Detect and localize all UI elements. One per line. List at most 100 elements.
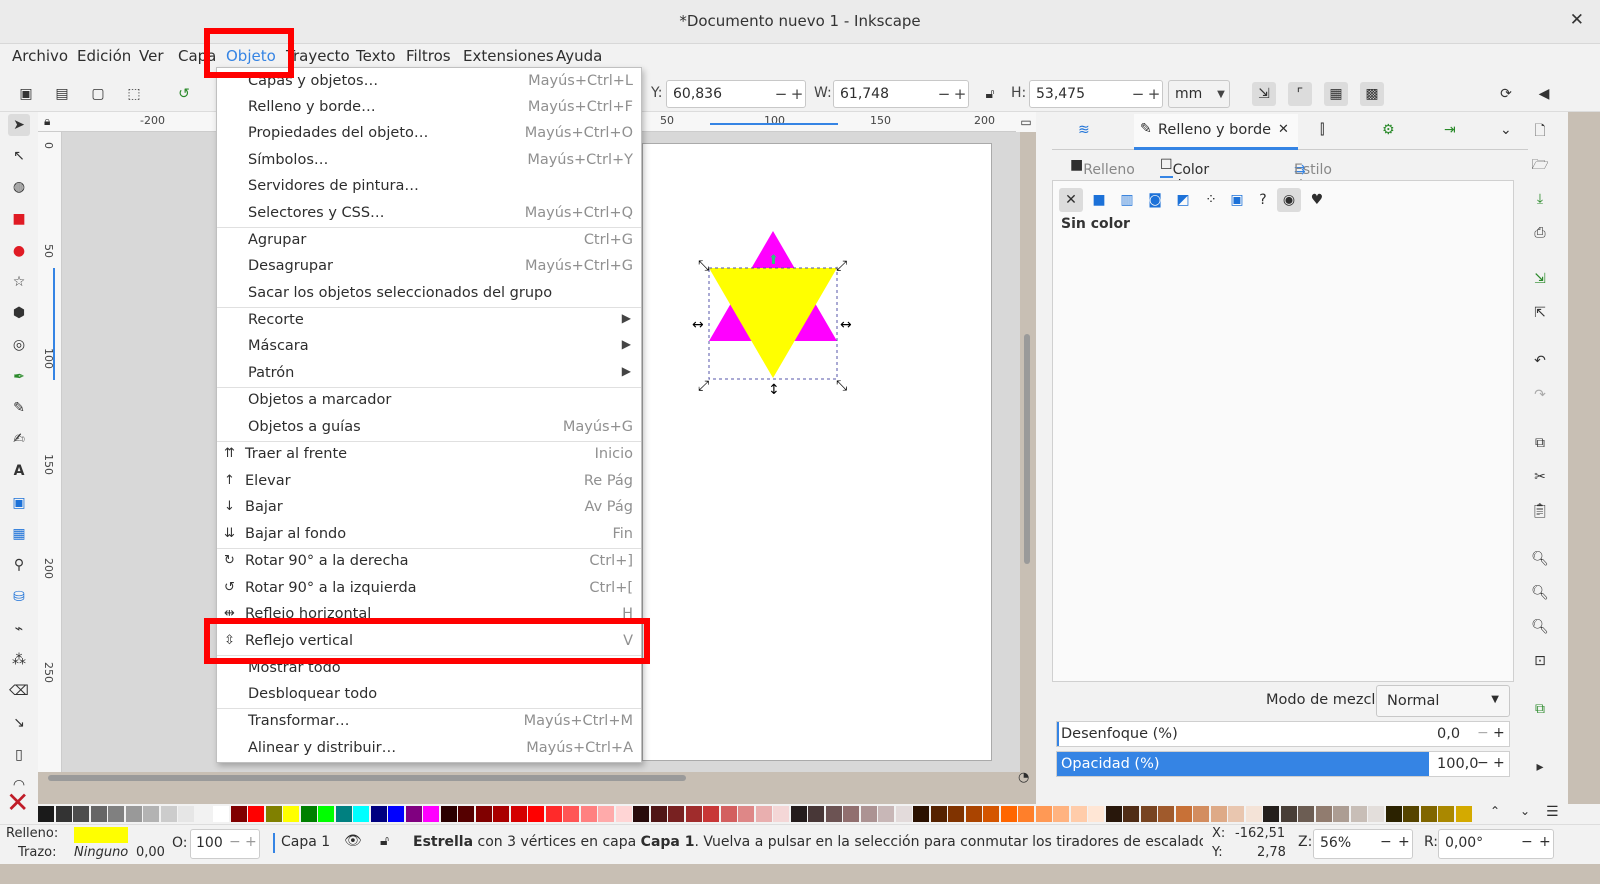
unit-select[interactable]: mm ▼ — [1168, 80, 1230, 108]
new-document-icon[interactable]: 🗋︎ — [1529, 120, 1551, 142]
color-swatch[interactable] — [843, 806, 859, 822]
color-swatch[interactable] — [790, 806, 807, 822]
minus-icon[interactable]: − — [1130, 85, 1146, 103]
color-swatch[interactable] — [318, 806, 334, 822]
menu-item-bajar-al-fondo[interactable]: ⇊ Bajar al fondo Fin — [217, 522, 641, 548]
minus-icon[interactable]: − — [1477, 755, 1489, 771]
chevron-down-icon[interactable]: ⌄ — [1500, 122, 1512, 138]
color-swatch[interactable] — [458, 806, 474, 822]
menu-item-rotar-90-a-la-izquierda[interactable]: ↺ Rotar 90° a la izquierda Ctrl+[ — [217, 576, 641, 602]
mesh-tool-icon[interactable]: ▦ — [8, 523, 30, 545]
shape-builder-icon[interactable]: ◍ — [8, 176, 30, 198]
color-swatch[interactable] — [1088, 806, 1104, 822]
menu-item-máscara[interactable]: Máscara ▶ — [217, 334, 641, 360]
color-swatch[interactable] — [878, 806, 894, 822]
scale-handle-se-icon[interactable]: ⤡ — [836, 378, 847, 394]
y-spinbox[interactable]: 60,836 − + — [666, 80, 806, 108]
color-swatch[interactable] — [213, 806, 229, 822]
paint-bucket-icon[interactable]: ⛁ — [8, 586, 30, 608]
cut-icon[interactable]: ✂ — [1529, 466, 1551, 488]
scale-handle-w-icon[interactable]: ↔ — [692, 317, 704, 333]
color-swatch[interactable] — [1018, 806, 1034, 822]
no-paint-icon[interactable]: ✕ — [1059, 188, 1083, 212]
color-swatch[interactable] — [930, 806, 947, 822]
color-swatch[interactable] — [755, 806, 772, 822]
menu-item-desagrupar[interactable]: Desagrupar Mayús+Ctrl+G — [217, 254, 641, 280]
color-swatch[interactable] — [720, 806, 737, 822]
connector-tool-icon[interactable]: ↘ — [8, 712, 30, 734]
plus-icon[interactable]: + — [1146, 85, 1162, 103]
color-swatch[interactable] — [1245, 806, 1262, 822]
plus-icon[interactable]: + — [1539, 834, 1551, 850]
lock-icon[interactable]: 🔓︎ — [380, 833, 389, 849]
color-management-icon[interactable]: ◔ — [1018, 770, 1029, 785]
paste-icon[interactable]: 📋︎ — [1529, 500, 1551, 522]
menu-item-agrupar[interactable]: Agrupar Ctrl+G — [217, 228, 641, 254]
color-swatch[interactable] — [283, 806, 299, 822]
color-swatch[interactable] — [528, 806, 544, 822]
menu-item-patrón[interactable]: Patrón ▶ — [217, 361, 641, 387]
menu-item-sacar-los-objetos-seleccionados-del-grupo[interactable]: Sacar los objetos seleccionados del grup… — [217, 281, 641, 307]
color-swatch[interactable] — [73, 806, 89, 822]
menu-ver[interactable]: Ver — [139, 47, 164, 65]
menu-trayecto[interactable]: Trayecto — [286, 47, 350, 65]
color-swatch[interactable] — [493, 806, 509, 822]
color-swatch[interactable] — [633, 806, 649, 822]
pattern-icon[interactable]: ⁘ — [1199, 188, 1223, 212]
color-swatch[interactable] — [1333, 806, 1349, 822]
plus-icon[interactable]: + — [245, 834, 257, 850]
plus-icon[interactable]: + — [1398, 834, 1410, 850]
plus-icon[interactable]: + — [789, 85, 805, 103]
linear-gradient-icon[interactable]: ▥ — [1115, 188, 1139, 212]
color-swatch[interactable] — [1263, 806, 1279, 822]
color-swatch[interactable] — [265, 806, 282, 822]
pen-tool-icon[interactable]: ✒ — [8, 366, 30, 388]
selector-tool-icon[interactable]: ➤ — [8, 114, 30, 136]
menu-item-recorte[interactable]: Recorte ▶ — [217, 308, 641, 334]
menu-edicion[interactable]: Edición — [77, 47, 131, 65]
color-swatch[interactable] — [230, 806, 247, 822]
color-swatch[interactable] — [405, 806, 422, 822]
more-icon[interactable]: ▸ — [1529, 756, 1551, 778]
mesh-gradient-icon[interactable]: ◩ — [1171, 188, 1195, 212]
menu-item-bajar[interactable]: ↓ Bajar Av Pág — [217, 495, 641, 521]
scale-handle-e-icon[interactable]: ↔ — [840, 317, 852, 333]
color-swatch[interactable] — [1403, 806, 1419, 822]
color-swatch[interactable] — [1070, 806, 1087, 822]
minus-icon[interactable]: − — [936, 85, 952, 103]
h-spinbox[interactable]: 53,475 − + — [1029, 80, 1163, 108]
color-swatch[interactable] — [55, 806, 72, 822]
scale-handle-nw-icon[interactable]: ⤡ — [698, 258, 709, 274]
calligraphy-tool-icon[interactable]: ✍ — [8, 428, 30, 450]
lock-icon[interactable]: 🔓︎ — [978, 82, 1002, 106]
minus-icon[interactable]: − — [1521, 834, 1533, 850]
color-swatch[interactable] — [965, 806, 982, 822]
blend-select[interactable]: Normal ▼ — [1376, 685, 1510, 717]
menu-filtros[interactable]: Filtros — [406, 47, 451, 65]
vertical-scrollbar[interactable] — [1024, 334, 1030, 564]
star-object[interactable]: ⤡ ⤢ ⤢ ⤡ ↔ ↔ ↕ ⬆ — [682, 222, 882, 402]
zoom-page-icon[interactable]: 🔍︎ — [1529, 616, 1551, 638]
minus-icon[interactable]: − — [1477, 725, 1489, 741]
color-swatch[interactable] — [580, 806, 597, 822]
menu-item-símbolos[interactable]: Símbolos… Mayús+Ctrl+Y — [217, 148, 641, 174]
ellipse-tool-icon[interactable]: ● — [8, 240, 30, 262]
menu-ayuda[interactable]: Ayuda — [556, 47, 602, 65]
display-mode-icon[interactable]: ▭ — [1016, 112, 1036, 132]
chevron-up-icon[interactable]: ⌃ — [1490, 804, 1500, 818]
blur-slider[interactable]: Desenfoque (%) 0,0 − + — [1056, 721, 1510, 747]
color-swatch[interactable] — [1105, 806, 1122, 822]
color-swatch[interactable] — [738, 806, 754, 822]
stroke-width[interactable]: 0,00 — [136, 845, 165, 860]
color-swatch[interactable] — [1228, 806, 1244, 822]
color-swatch[interactable] — [143, 806, 159, 822]
copy-icon[interactable]: ⧉ — [1529, 432, 1551, 454]
color-swatch[interactable] — [1175, 806, 1192, 822]
subtab-color-de-trazo[interactable]: ☐ Color de trazo — [1160, 157, 1209, 210]
open-icon[interactable]: 🗁︎ — [1529, 154, 1551, 176]
menu-archivo[interactable]: Archivo — [12, 47, 68, 65]
color-swatch[interactable] — [598, 806, 614, 822]
scale-handle-s-icon[interactable]: ↕ — [768, 382, 780, 398]
color-swatch[interactable] — [108, 806, 124, 822]
rotate-ccw-icon[interactable]: ↺ — [172, 82, 196, 106]
